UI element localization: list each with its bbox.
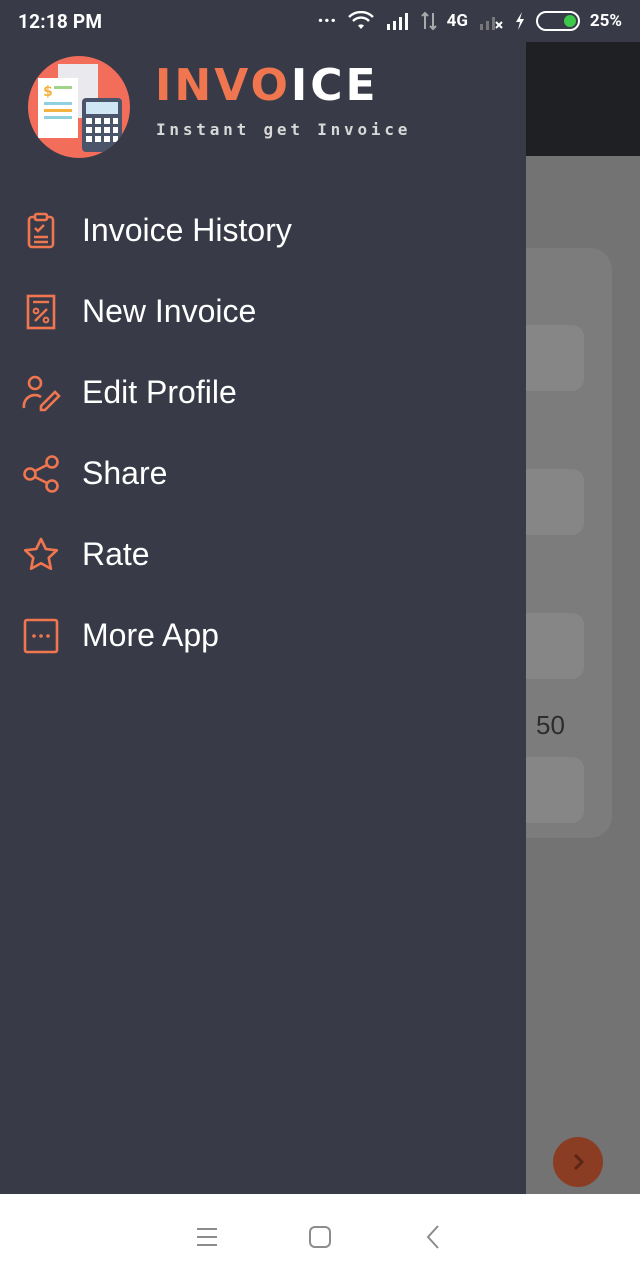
share-icon	[20, 453, 62, 495]
more-icon	[20, 615, 62, 657]
next-fab-button[interactable]	[553, 1137, 603, 1187]
back-chevron-icon	[426, 1225, 440, 1249]
user-edit-icon	[20, 372, 62, 414]
data-transfer-icon	[420, 11, 437, 31]
svg-text:$: $	[43, 84, 53, 100]
menu-label: New Invoice	[82, 293, 257, 329]
menu-label: Rate	[82, 536, 150, 572]
menu-label: Invoice History	[82, 212, 292, 248]
status-time: 12:18 PM	[18, 9, 103, 33]
wifi-icon	[347, 11, 374, 29]
menu-item-share[interactable]: Share	[0, 433, 526, 514]
brand-tagline: Instant get Invoice	[156, 120, 412, 139]
background-value: 50	[536, 710, 565, 740]
status-icons: ... 4G 25%	[317, 3, 622, 31]
brand-title-accent: INVO	[155, 60, 291, 111]
back-button[interactable]	[403, 1207, 463, 1267]
drawer-menu: Invoice History New Invoice Edit Profile…	[0, 190, 526, 676]
star-icon	[20, 534, 62, 576]
menu-label: More App	[82, 617, 219, 653]
app-logo: $	[28, 56, 130, 158]
signal-off-icon	[479, 17, 503, 30]
receipt-icon	[20, 291, 62, 333]
charging-icon	[515, 12, 524, 30]
navigation-drawer: $ INVOICE Instant get Invoice Invoice Hi…	[0, 42, 526, 1194]
chevron-right-icon	[573, 1153, 585, 1171]
recent-apps-button[interactable]	[177, 1207, 237, 1267]
menu-item-new-invoice[interactable]: New Invoice	[0, 271, 526, 352]
system-nav-bar	[0, 1194, 640, 1280]
menu-item-invoice-history[interactable]: Invoice History	[0, 190, 526, 271]
brand-title: INVOICE	[155, 64, 379, 108]
menu-label: Edit Profile	[82, 374, 237, 410]
drawer-header: $ INVOICE Instant get Invoice	[0, 42, 526, 172]
menu-label: Share	[82, 455, 168, 491]
notification-dots: ...	[317, 3, 337, 28]
menu-item-edit-profile[interactable]: Edit Profile	[0, 352, 526, 433]
invoice-calculator-icon: $	[38, 64, 122, 152]
menu-icon	[196, 1228, 217, 1246]
network-type: 4G	[446, 11, 468, 31]
status-bar: 12:18 PM ... 4G 25%	[0, 0, 640, 42]
clipboard-icon	[20, 210, 62, 252]
battery-icon	[535, 11, 580, 31]
brand-title-rest: ICE	[290, 60, 379, 111]
signal-icon	[386, 13, 408, 30]
menu-item-rate[interactable]: Rate	[0, 514, 526, 595]
home-square-icon	[308, 1226, 331, 1248]
home-button[interactable]	[290, 1207, 350, 1267]
menu-item-more-app[interactable]: More App	[0, 595, 526, 676]
battery-level: 25%	[589, 11, 622, 31]
